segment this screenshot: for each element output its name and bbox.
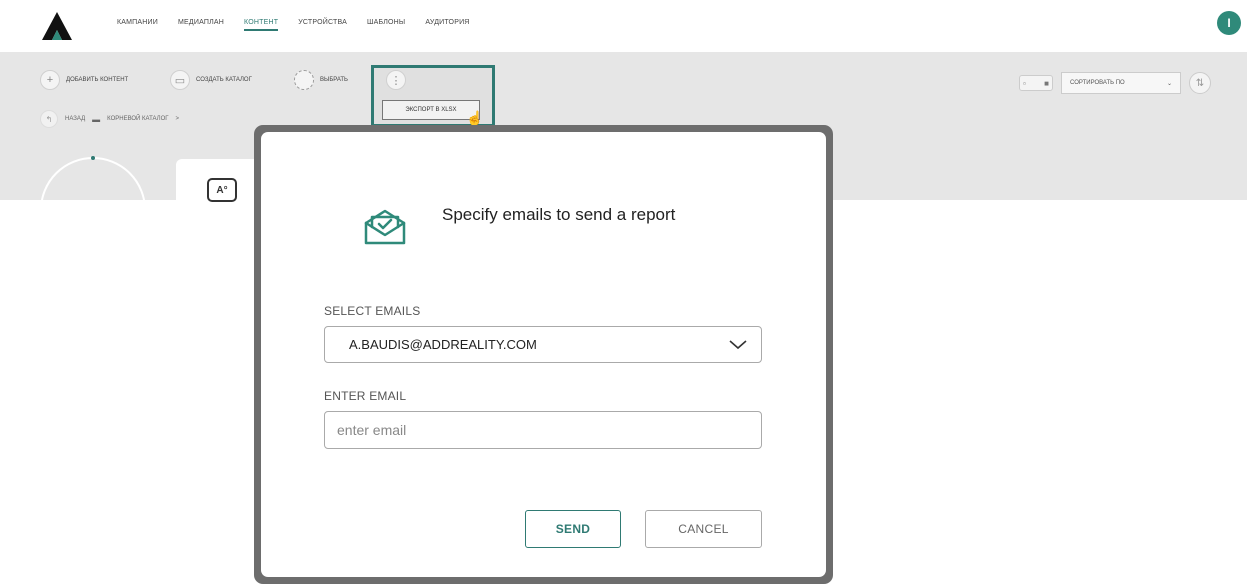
more-options-button[interactable]: ⋮ [386, 70, 406, 90]
nav-item-campaigns[interactable]: КАМПАНИИ [117, 19, 158, 31]
add-content-button[interactable]: + ДОБАВИТЬ КОНТЕНТ [40, 70, 128, 90]
grid-view-icon: ▫ [1023, 78, 1026, 88]
plus-icon: + [40, 70, 60, 90]
view-controls: ▫ ■ СОРТИРОВАТЬ ПО ⌄ ⇅ [1019, 72, 1211, 94]
breadcrumb: ↰ НАЗАД ▬ КОРНЕВОЙ КАТАЛОГ > [40, 110, 179, 128]
chevron-down-icon [729, 339, 747, 349]
send-button[interactable]: SEND [525, 510, 621, 548]
image-content-icon: A° [207, 178, 237, 202]
chevron-down-icon: ⌄ [1166, 80, 1172, 87]
email-select[interactable]: A.BAUDIS@ADDREALITY.COM [324, 326, 762, 363]
folder-icon: ▭ [170, 70, 190, 90]
top-navigation: КАМПАНИИ МЕДИАПЛАН КОНТЕНТ УСТРОЙСТВА ША… [0, 0, 1247, 52]
cancel-button[interactable]: CANCEL [645, 510, 762, 548]
select-label: ВЫБРАТЬ [320, 77, 348, 83]
create-catalog-button[interactable]: ▭ СОЗДАТЬ КАТАЛОГ [170, 70, 252, 90]
nav-item-mediaplan[interactable]: МЕДИАПЛАН [178, 19, 224, 31]
root-catalog-link[interactable]: КОРНЕВОЙ КАТАЛОГ [107, 116, 168, 122]
catalog-folder-icon: ▬ [92, 114, 101, 124]
select-dashed-circle-icon [294, 70, 314, 90]
breadcrumb-separator: > [175, 116, 180, 122]
send-report-dialog: Specify emails to send a report SELECT E… [254, 125, 833, 584]
dialog-title: Specify emails to send a report [442, 205, 676, 224]
nav-item-audience[interactable]: АУДИТОРИЯ [425, 19, 469, 31]
brand-logo[interactable] [40, 10, 74, 42]
selected-email-value: A.BAUDIS@ADDREALITY.COM [349, 337, 537, 352]
progress-ring-dot [91, 156, 95, 160]
add-content-label: ДОБАВИТЬ КОНТЕНТ [66, 77, 129, 83]
dialog-body: Specify emails to send a report SELECT E… [261, 132, 826, 577]
sort-label: СОРТИРОВАТЬ ПО [1070, 80, 1125, 86]
kebab-menu-icon: ⋮ [386, 70, 406, 90]
envelope-check-icon [364, 209, 406, 245]
email-input[interactable] [324, 411, 762, 449]
back-arrow-icon[interactable]: ↰ [40, 110, 58, 128]
view-toggle[interactable]: ▫ ■ [1019, 75, 1053, 91]
list-view-icon: ■ [1044, 78, 1049, 88]
back-link[interactable]: НАЗАД [65, 116, 85, 122]
nav-item-content[interactable]: КОНТЕНТ [244, 19, 279, 31]
progress-ring [40, 157, 146, 206]
user-avatar[interactable]: I [1217, 11, 1241, 35]
main-nav: КАМПАНИИ МЕДИАПЛАН КОНТЕНТ УСТРОЙСТВА ША… [117, 19, 470, 31]
create-catalog-label: СОЗДАТЬ КАТАЛОГ [196, 77, 252, 83]
sort-select[interactable]: СОРТИРОВАТЬ ПО ⌄ [1061, 72, 1181, 94]
nav-item-templates[interactable]: ШАБЛОНЫ [367, 19, 405, 31]
filter-settings-icon[interactable]: ⇅ [1189, 72, 1211, 94]
nav-item-devices[interactable]: УСТРОЙСТВА [298, 19, 347, 31]
enter-email-label: ENTER EMAIL [324, 389, 407, 403]
select-button[interactable]: ВЫБРАТЬ [294, 70, 348, 90]
select-emails-label: SELECT EMAILS [324, 304, 421, 318]
